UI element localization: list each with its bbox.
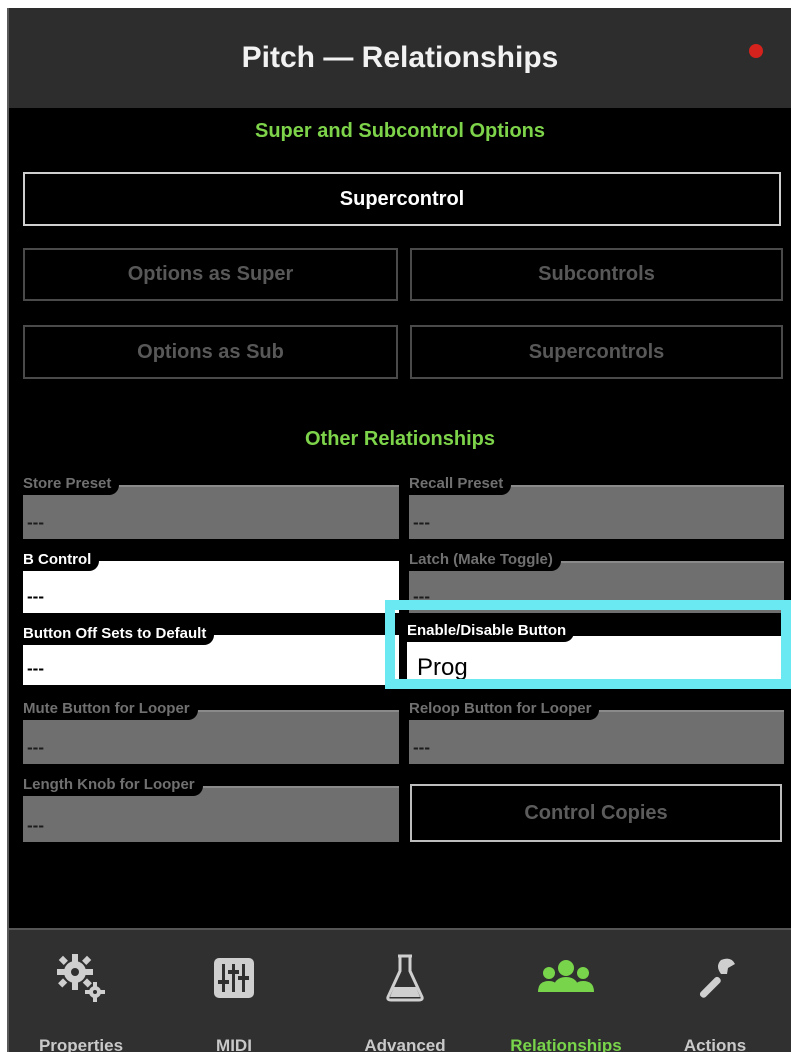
latch-field[interactable]: --- Latch (Make Toggle) (409, 549, 784, 613)
wrench-icon (645, 950, 785, 1006)
title-bar: Pitch — Relationships (9, 8, 791, 108)
tab-midi[interactable]: MIDI (164, 942, 304, 1052)
recall-preset-field[interactable]: --- Recall Preset (409, 473, 784, 539)
tab-properties[interactable]: Properties (11, 942, 151, 1052)
bottom-tab-bar: Properties MIDI Advanced Relationships A… (9, 928, 791, 1052)
button-off-default-label: Button Off Sets to Default (23, 623, 215, 645)
super-sub-heading: Super and Subcontrol Options (255, 120, 545, 142)
recall-preset-label: Recall Preset (409, 473, 512, 495)
button-off-default-value: --- (27, 659, 44, 678)
control-copies-button[interactable]: Control Copies (410, 784, 782, 842)
tab-relationships[interactable]: Relationships (491, 942, 641, 1052)
tab-actions-label: Actions (683, 1036, 747, 1052)
people-icon (491, 950, 641, 1006)
reloop-looper-value: --- (413, 738, 430, 757)
button-off-default-field[interactable]: --- Button Off Sets to Default (23, 623, 399, 685)
inspector-panel: Pitch — Relationships Super and Subcontr… (7, 8, 791, 1052)
mute-looper-label: Mute Button for Looper (23, 698, 198, 720)
tab-relationships-label: Relationships (510, 1036, 622, 1052)
b-control-field[interactable]: --- B Control (23, 549, 399, 613)
store-preset-field[interactable]: --- Store Preset (23, 473, 399, 539)
store-preset-value: --- (27, 513, 44, 532)
supercontrol-button[interactable]: Supercontrol (23, 172, 781, 226)
record-indicator (749, 44, 763, 58)
length-looper-value: --- (27, 816, 44, 835)
mute-looper-field[interactable]: --- Mute Button for Looper (23, 698, 399, 764)
mixer-sliders-icon (164, 950, 304, 1006)
length-looper-label: Length Knob for Looper (23, 774, 203, 796)
supercontrols-button[interactable]: Supercontrols (410, 325, 783, 379)
latch-value: --- (413, 587, 430, 606)
other-relationships-heading: Other Relationships (304, 428, 496, 450)
tab-midi-label: MIDI (216, 1036, 252, 1052)
length-looper-field[interactable]: --- Length Knob for Looper (23, 774, 399, 842)
recall-preset-value: --- (413, 513, 430, 532)
tab-advanced-label: Advanced (364, 1036, 446, 1052)
enable-disable-value: Prog (417, 654, 468, 681)
enable-disable-field[interactable]: Prog Enable/Disable Button (407, 620, 785, 688)
b-control-label: B Control (23, 549, 100, 571)
store-preset-label: Store Preset (23, 473, 120, 495)
gear-icon (11, 950, 151, 1006)
enable-disable-label: Enable/Disable Button (407, 620, 575, 642)
subcontrols-button[interactable]: Subcontrols (410, 248, 783, 301)
b-control-value: --- (27, 587, 44, 606)
latch-label: Latch (Make Toggle) (409, 549, 561, 571)
options-as-sub-button[interactable]: Options as Sub (23, 325, 398, 379)
options-as-super-button[interactable]: Options as Super (23, 248, 398, 301)
tab-properties-label: Properties (38, 1036, 124, 1052)
tab-advanced[interactable]: Advanced (335, 942, 475, 1052)
reloop-looper-field[interactable]: --- Reloop Button for Looper (409, 698, 784, 764)
tab-actions[interactable]: Actions (645, 942, 785, 1052)
window-title: Pitch — Relationships (241, 41, 559, 74)
flask-icon (335, 950, 475, 1006)
reloop-looper-label: Reloop Button for Looper (409, 698, 600, 720)
mute-looper-value: --- (27, 738, 44, 757)
